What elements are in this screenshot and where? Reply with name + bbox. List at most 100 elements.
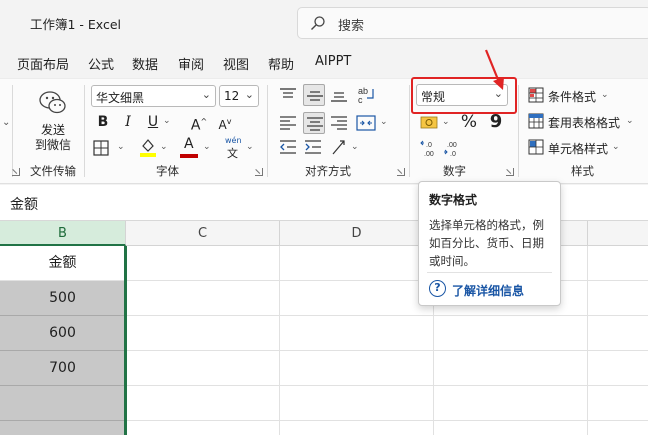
align-middle-button[interactable] — [303, 84, 325, 106]
align-top-icon[interactable] — [279, 87, 297, 103]
cell-d6[interactable] — [280, 421, 434, 435]
chevron-down-icon[interactable]: ⌄ — [380, 117, 388, 127]
search-box[interactable]: 搜索 — [297, 7, 648, 39]
decrease-font-button[interactable]: Av — [214, 111, 236, 133]
cell-c4[interactable] — [126, 351, 280, 386]
dialog-launcher-icon[interactable] — [12, 168, 20, 176]
dialog-launcher-icon[interactable] — [506, 168, 514, 176]
chevron-down-icon[interactable]: ⌄ — [626, 116, 634, 126]
bold-button[interactable]: B — [92, 111, 114, 133]
cell-c2[interactable] — [126, 281, 280, 316]
cell-styles-icon[interactable] — [528, 139, 544, 155]
chevron-down-icon[interactable]: ⌄ — [117, 142, 125, 152]
decrease-indent-icon[interactable] — [279, 139, 297, 155]
borders-icon[interactable] — [92, 139, 110, 157]
conditional-formatting-icon[interactable] — [528, 87, 544, 103]
dialog-launcher-icon[interactable] — [397, 168, 405, 176]
underline-button[interactable]: U — [142, 111, 164, 133]
cell-d3[interactable] — [280, 316, 434, 351]
align-center-button[interactable] — [303, 112, 325, 134]
decrease-decimal-icon[interactable]: .00 .0 — [443, 139, 463, 157]
column-header-d[interactable]: D — [280, 221, 434, 246]
comma-style-button[interactable]: 9 — [485, 111, 507, 133]
cell-b2[interactable]: 500 — [0, 281, 126, 316]
chevron-down-icon[interactable]: ⌄ — [246, 142, 254, 152]
orientation-icon[interactable] — [330, 137, 348, 157]
tab-review[interactable]: 审阅 — [178, 54, 204, 73]
tab-data[interactable]: 数据 — [132, 54, 158, 73]
font-color-swatch — [180, 154, 198, 158]
cell-e6[interactable] — [434, 421, 588, 435]
wechat-icon[interactable] — [38, 89, 68, 117]
cell-b6[interactable] — [0, 421, 126, 435]
cell-b3[interactable]: 600 — [0, 316, 126, 351]
wechat-label-line2[interactable]: 到微信 — [35, 136, 71, 153]
phonetic-top-text: wén — [225, 136, 242, 145]
percent-style-button[interactable]: % — [458, 111, 480, 133]
chevron-down-icon[interactable]: ⌄ — [202, 88, 211, 101]
chevron-down-icon[interactable]: ⌄ — [245, 88, 254, 101]
increase-decimal-icon[interactable]: .0 .00 — [420, 139, 440, 157]
font-name-value: 华文细黑 — [96, 91, 145, 105]
cell-f2[interactable] — [588, 281, 648, 316]
chevron-down-icon[interactable]: ⌄ — [160, 142, 168, 152]
font-name-combobox[interactable]: 华文细黑 ⌄ — [91, 85, 216, 107]
column-header-b[interactable]: B — [0, 221, 126, 246]
cell-d1[interactable] — [280, 246, 434, 281]
chevron-down-icon[interactable]: ⌄ — [601, 90, 609, 100]
learn-more-link[interactable]: 了解详细信息 — [452, 282, 524, 299]
cell-d2[interactable] — [280, 281, 434, 316]
font-color-letter: A — [184, 136, 194, 152]
increase-indent-icon[interactable] — [304, 139, 322, 155]
cell-c5[interactable] — [126, 386, 280, 421]
phonetic-guide-button[interactable]: wén 文 — [224, 136, 242, 160]
conditional-formatting-label[interactable]: 条件格式 — [548, 88, 596, 105]
align-right-icon[interactable] — [330, 115, 348, 131]
chevron-down-icon[interactable]: ⌄ — [163, 116, 171, 126]
cell-f5[interactable] — [588, 386, 648, 421]
chevron-down-icon[interactable]: ⌄ — [351, 142, 359, 152]
cell-f1[interactable] — [588, 246, 648, 281]
chevron-down-icon[interactable]: ⌄ — [442, 117, 450, 127]
tab-view[interactable]: 视图 — [223, 54, 249, 73]
chevron-down-icon[interactable]: ⌄ — [2, 117, 10, 128]
cell-styles-label[interactable]: 单元格样式 — [548, 140, 608, 157]
menu-bar: 页面布局 公式 数据 审阅 视图 帮助 AIPPT — [0, 46, 648, 78]
font-color-button[interactable]: A — [180, 136, 198, 158]
dialog-launcher-icon[interactable] — [255, 168, 263, 176]
cell-c6[interactable] — [126, 421, 280, 435]
merge-center-icon[interactable] — [356, 113, 376, 133]
column-header-f[interactable] — [588, 221, 648, 246]
chevron-down-icon[interactable]: ⌄ — [203, 142, 211, 152]
cell-b5[interactable] — [0, 386, 126, 421]
italic-button[interactable]: I — [117, 111, 139, 133]
cell-f4[interactable] — [588, 351, 648, 386]
tab-aippt[interactable]: AIPPT — [315, 54, 351, 69]
increase-font-button[interactable]: A^ — [188, 111, 210, 134]
cell-c1[interactable] — [126, 246, 280, 281]
align-bottom-icon[interactable] — [330, 87, 348, 103]
tab-page-layout[interactable]: 页面布局 — [17, 54, 69, 73]
format-as-table-label[interactable]: 套用表格格式 — [548, 114, 620, 131]
fill-color-icon[interactable] — [139, 136, 157, 158]
wrap-text-icon[interactable]: ab c — [357, 85, 377, 105]
cell-f6[interactable] — [588, 421, 648, 435]
tab-formulas[interactable]: 公式 — [88, 54, 114, 73]
cell-d5[interactable] — [280, 386, 434, 421]
accounting-format-icon[interactable] — [420, 114, 440, 132]
column-header-c[interactable]: C — [126, 221, 280, 246]
cell-b4[interactable]: 700 — [0, 351, 126, 386]
format-as-table-icon[interactable] — [528, 113, 544, 129]
cell-e3[interactable] — [434, 316, 588, 351]
cell-c3[interactable] — [126, 316, 280, 351]
cell-d4[interactable] — [280, 351, 434, 386]
help-icon[interactable]: ? — [429, 280, 446, 297]
tab-help[interactable]: 帮助 — [268, 54, 294, 73]
cell-b1[interactable]: 金额 — [0, 246, 126, 281]
cell-f3[interactable] — [588, 316, 648, 351]
align-left-icon[interactable] — [279, 115, 297, 131]
cell-e4[interactable] — [434, 351, 588, 386]
cell-e5[interactable] — [434, 386, 588, 421]
font-size-combobox[interactable]: 12 ⌄ — [219, 85, 259, 107]
chevron-down-icon[interactable]: ⌄ — [612, 142, 620, 152]
